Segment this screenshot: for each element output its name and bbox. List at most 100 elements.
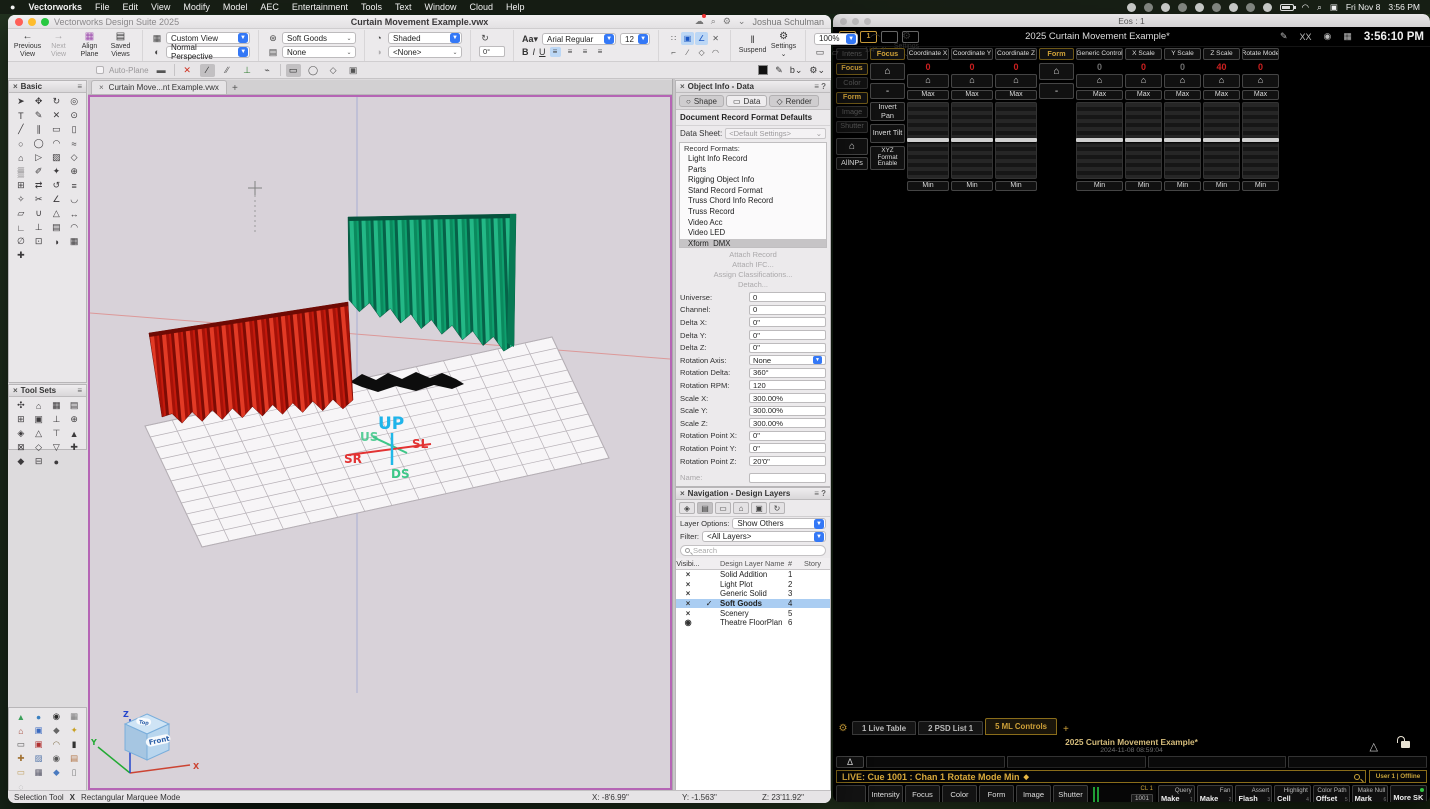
disable-snap-icon[interactable]: ✕ xyxy=(180,64,195,77)
snap-distance-icon[interactable]: ∕ xyxy=(681,46,694,59)
classes-icon[interactable]: ◈ xyxy=(679,502,695,514)
menu-item-file[interactable]: File xyxy=(95,2,110,12)
object-info-tab[interactable]: ◇ Render xyxy=(769,95,818,107)
control-center-icon[interactable]: ▣ xyxy=(1330,2,1338,13)
polygon-marquee-icon[interactable]: ◇ xyxy=(326,64,341,77)
menu-item-window[interactable]: Window xyxy=(424,2,456,12)
displays-icon[interactable]: XX xyxy=(1300,32,1312,42)
tool-icon[interactable]: ⊞ xyxy=(12,179,30,192)
menu-item-view[interactable]: View xyxy=(151,2,170,12)
close-icon[interactable]: × xyxy=(13,82,18,91)
toolset-icon[interactable]: △ xyxy=(30,427,48,440)
design-layer-row[interactable]: ◉ Theatre FloorPlan 6 xyxy=(676,618,830,628)
tool-icon[interactable]: ◠ xyxy=(65,221,83,234)
underline-button[interactable]: U xyxy=(539,47,546,57)
render-select[interactable]: Shaded▼ xyxy=(388,32,462,44)
font-select[interactable]: Arial Regular▼ xyxy=(542,33,616,45)
menu-item-modify[interactable]: Modify xyxy=(183,2,210,12)
parameter-button[interactable]: X Scale xyxy=(1125,48,1162,60)
menu-bar-time[interactable]: 3:56 PM xyxy=(1388,2,1420,12)
italic-button[interactable]: I xyxy=(533,47,536,57)
data-sheet-select[interactable]: <Default Settings>⌄ xyxy=(725,128,826,139)
search-icon[interactable]: ⌕ xyxy=(711,16,716,27)
tool-icon[interactable]: ✚ xyxy=(12,249,30,262)
menu-item-cloud[interactable]: Cloud xyxy=(469,2,493,12)
new-tab-button[interactable]: + xyxy=(227,83,243,94)
close-button[interactable] xyxy=(840,18,847,25)
tool-icon[interactable]: ➤ xyxy=(12,95,30,108)
field-input[interactable]: 0" xyxy=(749,443,826,453)
softkey-button[interactable]: More SK xyxy=(1390,785,1427,802)
field-input[interactable]: 0" xyxy=(749,317,826,327)
tool-icon[interactable]: ▦ xyxy=(30,766,48,779)
tool-icon[interactable]: ⌂ xyxy=(12,724,30,737)
toolset-icon[interactable]: ● xyxy=(48,455,66,468)
category-filter-button[interactable]: Color xyxy=(942,785,977,802)
tool-icon[interactable]: ▱ xyxy=(12,207,30,220)
line-style-icon[interactable]: b⌄ xyxy=(790,65,803,76)
field-input[interactable]: 0" xyxy=(749,330,826,340)
parameter-home-button[interactable]: ⌂ xyxy=(1203,74,1240,88)
record-formats-list[interactable]: Record Formats: Light Info RecordPartsRi… xyxy=(679,142,827,248)
align-center-button[interactable]: ≡ xyxy=(565,47,576,57)
parameter-home-button[interactable]: ⌂ xyxy=(1076,74,1123,88)
slider-thumb[interactable] xyxy=(1076,138,1123,142)
lasso-marquee-icon[interactable]: ◯ xyxy=(306,64,321,77)
toolset-icon[interactable]: ◆ xyxy=(12,455,30,468)
tool-icon[interactable]: ∪ xyxy=(30,207,48,220)
unlock-icon[interactable] xyxy=(1401,741,1410,748)
tool-icon[interactable]: ⊥ xyxy=(30,221,48,234)
softkey-button[interactable]: Make Null Mark 6 xyxy=(1352,785,1389,802)
menu-icon[interactable]: ≡ xyxy=(814,489,819,498)
user-status-badge[interactable]: User 1 | Offline xyxy=(1369,770,1427,783)
user-account-button[interactable]: Joshua Schulman xyxy=(752,17,824,27)
form-group-header[interactable]: Form xyxy=(1039,48,1074,60)
zoom-button[interactable] xyxy=(41,18,49,26)
parameter-home-button[interactable]: ⌂ xyxy=(907,74,949,88)
parameter-button[interactable]: Rotate Mode xyxy=(1242,48,1279,60)
visibility-icon[interactable]: × xyxy=(676,599,700,608)
status-icon[interactable] xyxy=(1246,3,1255,12)
toolset-icon[interactable]: ◈ xyxy=(12,427,30,440)
tool-icon[interactable]: ▣ xyxy=(30,738,48,751)
category-filter-button[interactable]: Shutter xyxy=(1053,785,1088,802)
visibility-icon[interactable]: × xyxy=(676,570,700,579)
status-icon[interactable] xyxy=(1229,3,1238,12)
toolset-icon[interactable]: ▽ xyxy=(48,441,66,454)
references-icon[interactable]: ↻ xyxy=(769,502,785,514)
toolset-icon[interactable]: ✚ xyxy=(65,441,83,454)
cloud-sync-icon[interactable]: ☁ xyxy=(695,16,704,27)
rotation-axis-select[interactable]: None▼ xyxy=(749,355,826,365)
tool-icon[interactable]: ▦ xyxy=(65,235,83,248)
record-action-button[interactable]: Attach IFC... xyxy=(676,260,830,270)
category-button[interactable]: Focus xyxy=(836,63,868,75)
focus-minus-button[interactable]: - xyxy=(870,83,905,99)
workspace-tab[interactable]: 2 PSD List 1 xyxy=(918,721,983,735)
layer-icon[interactable]: ▤ xyxy=(267,47,279,58)
tool-icon[interactable]: T xyxy=(12,109,30,122)
rotation-icon[interactable]: ↻ xyxy=(479,33,491,44)
layer-search-input[interactable]: Search xyxy=(680,545,826,556)
tool-icon[interactable]: ● xyxy=(30,710,48,723)
max-button[interactable]: Max xyxy=(951,90,993,100)
max-button[interactable]: Max xyxy=(1164,90,1201,100)
filter-select[interactable]: <All Layers>▼ xyxy=(702,531,826,542)
design-layer-row[interactable]: × ✓ Soft Goods 4 xyxy=(676,599,830,609)
tool-icon[interactable]: ▭ xyxy=(48,123,66,136)
form-home-button[interactable]: ⌂ xyxy=(1039,63,1074,80)
minimize-button[interactable] xyxy=(852,18,859,25)
toolset-icon[interactable]: ⊕ xyxy=(65,413,83,426)
font-style-button[interactable]: Aa▾ xyxy=(522,34,538,45)
vectorworks-titlebar[interactable]: Vectorworks Design Suite 2025 Curtain Mo… xyxy=(8,15,831,29)
max-button[interactable]: Max xyxy=(1076,90,1123,100)
toolset-icon[interactable]: ⊟ xyxy=(30,455,48,468)
min-button[interactable]: Min xyxy=(1164,181,1201,191)
tool-icon[interactable]: ◆ xyxy=(48,766,66,779)
align-left-button[interactable]: ≡ xyxy=(550,47,561,57)
fader-segment[interactable] xyxy=(866,756,1005,768)
record-action-button[interactable]: Attach Record xyxy=(676,250,830,260)
tool-icon[interactable]: ◉ xyxy=(48,752,66,765)
design-layers-icon[interactable]: ▤ xyxy=(697,502,713,514)
tool-icon[interactable]: ∟ xyxy=(12,221,30,234)
snap-tangent-icon[interactable]: ◠ xyxy=(709,46,722,59)
